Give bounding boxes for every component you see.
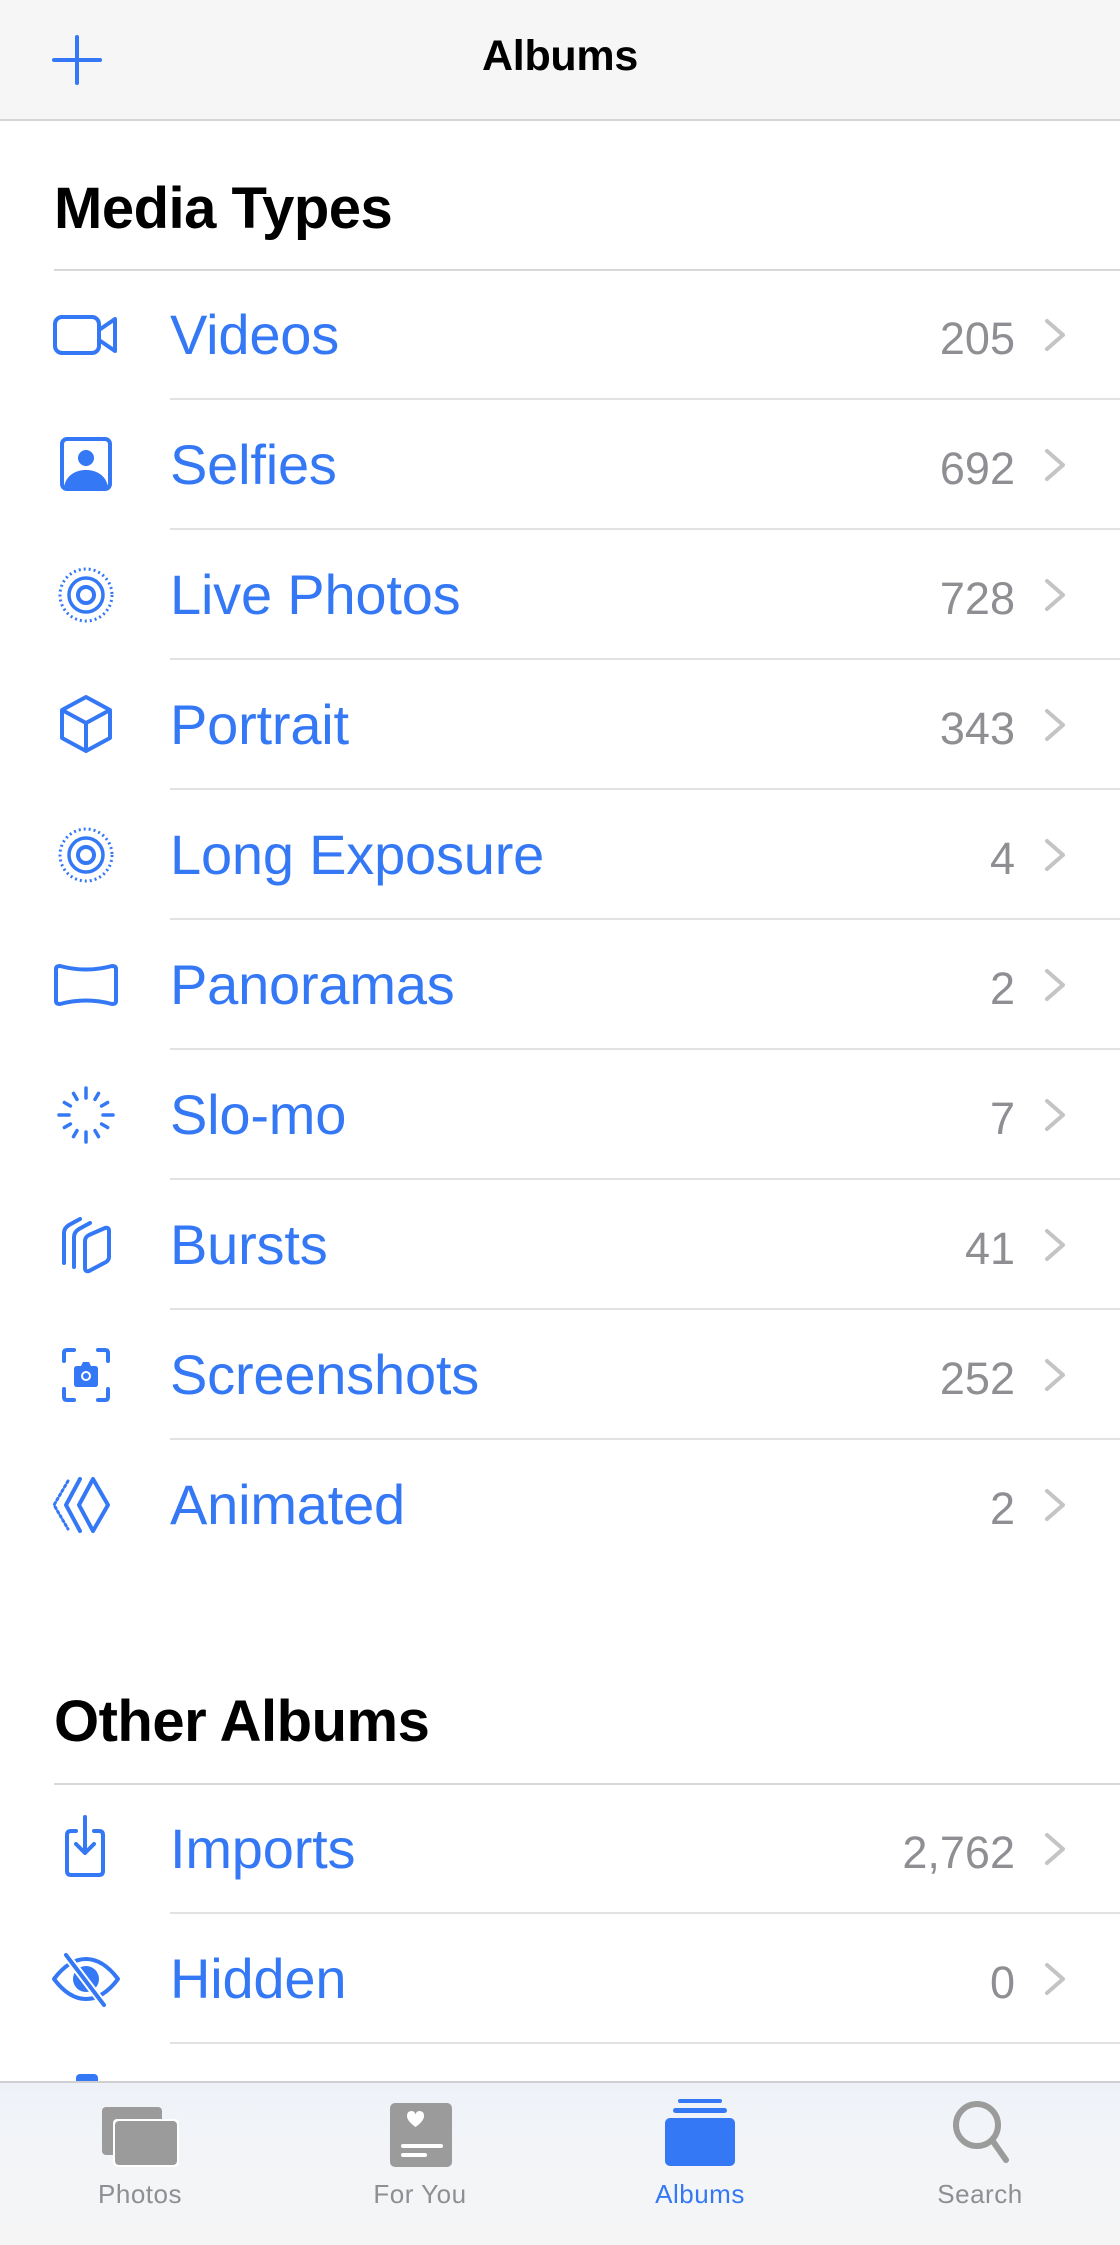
album-row-live-photos[interactable]: Live Photos 728 bbox=[0, 530, 1120, 660]
tab-albums[interactable]: Albums bbox=[560, 2083, 840, 2245]
album-count: 0 bbox=[989, 1957, 1015, 2008]
slo-mo-tick bbox=[71, 1128, 79, 1139]
section-title-media-types: Media Types bbox=[54, 176, 393, 241]
slo-mo-tick bbox=[71, 1091, 79, 1102]
animated-icon bbox=[52, 1477, 120, 1533]
slo-mo-tick bbox=[62, 1122, 73, 1130]
album-label: Live Photos bbox=[170, 563, 461, 626]
album-count: 728 bbox=[939, 573, 1015, 624]
screenshot-camera-icon bbox=[52, 1348, 120, 1402]
album-label: Slo-mo bbox=[170, 1083, 347, 1146]
album-row-selfies[interactable]: Selfies 692 bbox=[0, 400, 1120, 530]
tab-label: Photos bbox=[98, 2179, 182, 2209]
album-count: 205 bbox=[939, 313, 1015, 364]
next-row-icon-partial bbox=[76, 2074, 98, 2081]
live-photo-icon bbox=[52, 567, 120, 623]
album-label: Portrait bbox=[170, 693, 349, 756]
album-count: 4 bbox=[989, 833, 1015, 884]
album-row-bursts[interactable]: Bursts 41 bbox=[0, 1180, 1120, 1310]
album-row-imports[interactable]: Imports 2,762 bbox=[0, 1784, 1120, 1914]
slo-mo-tick bbox=[93, 1128, 101, 1139]
album-row-long-exposure[interactable]: Long Exposure 4 bbox=[0, 790, 1120, 920]
slo-mo-icon bbox=[52, 1086, 120, 1144]
album-label: Bursts bbox=[170, 1213, 328, 1276]
album-row-animated[interactable]: Animated 2 bbox=[0, 1440, 1120, 1570]
album-label: Animated bbox=[170, 1473, 405, 1536]
album-count: 7 bbox=[989, 1093, 1015, 1144]
tab-bar: Photos For You Albums Search bbox=[0, 2081, 1120, 2245]
album-row-hidden[interactable]: Hidden 0 bbox=[0, 1914, 1120, 2044]
page-title: Albums bbox=[482, 32, 638, 80]
albums-list[interactable]: Media Types Videos 205 Selfies 692 Live … bbox=[0, 121, 1120, 2081]
chevron-right-icon bbox=[1043, 1961, 1067, 1997]
chevron-right-icon bbox=[1043, 1097, 1067, 1133]
tab-label: Albums bbox=[655, 2179, 745, 2209]
album-row-videos[interactable]: Videos 205 bbox=[0, 270, 1120, 400]
album-count: 252 bbox=[939, 1353, 1015, 1404]
tab-label: Search bbox=[937, 2179, 1023, 2209]
album-label: Hidden bbox=[170, 1947, 347, 2010]
eye-slash-icon bbox=[52, 1952, 120, 2008]
slo-mo-tick bbox=[62, 1100, 73, 1108]
cube-icon bbox=[52, 695, 120, 753]
album-label: Imports bbox=[170, 1817, 356, 1880]
chevron-right-icon bbox=[1043, 1227, 1067, 1263]
album-count: 2,762 bbox=[902, 1827, 1015, 1878]
tab-for-you[interactable]: For You bbox=[280, 2083, 560, 2245]
panorama-icon bbox=[52, 959, 120, 1011]
chevron-right-icon bbox=[1043, 1487, 1067, 1523]
chevron-right-icon bbox=[1043, 707, 1067, 743]
chevron-right-icon bbox=[1043, 447, 1067, 483]
tab-label: For You bbox=[373, 2179, 467, 2209]
album-row-portrait[interactable]: Portrait 343 bbox=[0, 660, 1120, 790]
chevron-right-icon bbox=[1043, 577, 1067, 613]
bursts-icon bbox=[52, 1217, 120, 1274]
slo-mo-tick bbox=[93, 1091, 101, 1102]
album-count: 692 bbox=[939, 443, 1015, 494]
chevron-right-icon bbox=[1043, 317, 1067, 353]
slo-mo-tick bbox=[99, 1122, 110, 1130]
slo-mo-tick bbox=[99, 1100, 110, 1108]
album-count: 343 bbox=[939, 703, 1015, 754]
chevron-right-icon bbox=[1043, 1831, 1067, 1867]
album-label: Videos bbox=[170, 303, 340, 366]
album-label: Selfies bbox=[170, 433, 337, 496]
chevron-right-icon bbox=[1043, 1357, 1067, 1393]
selfie-person-icon bbox=[52, 437, 120, 491]
import-tray-icon bbox=[52, 1815, 120, 1877]
row-divider bbox=[170, 2042, 1120, 2044]
album-row-slo-mo[interactable]: Slo-mo 7 bbox=[0, 1050, 1120, 1180]
video-camera-icon bbox=[52, 309, 120, 361]
chevron-right-icon bbox=[1043, 967, 1067, 1003]
magnifying-glass-icon bbox=[940, 2099, 1020, 2167]
album-label: Screenshots bbox=[170, 1343, 480, 1406]
album-row-screenshots[interactable]: Screenshots 252 bbox=[0, 1310, 1120, 1440]
album-label: Panoramas bbox=[170, 953, 455, 1016]
album-count: 41 bbox=[964, 1223, 1015, 1274]
navigation-bar: Albums bbox=[0, 0, 1120, 121]
section-title-other-albums: Other Albums bbox=[54, 1689, 430, 1754]
album-row-panoramas[interactable]: Panoramas 2 bbox=[0, 920, 1120, 1050]
album-count: 2 bbox=[989, 1483, 1015, 1534]
tab-search[interactable]: Search bbox=[840, 2083, 1120, 2245]
chevron-right-icon bbox=[1043, 837, 1067, 873]
long-exposure-icon bbox=[52, 827, 120, 883]
for-you-heart-card-icon bbox=[380, 2099, 460, 2167]
album-label: Long Exposure bbox=[170, 823, 545, 886]
photos-stack-icon bbox=[100, 2099, 180, 2167]
albums-folder-icon bbox=[660, 2099, 740, 2167]
album-count: 2 bbox=[989, 963, 1015, 1014]
tab-photos[interactable]: Photos bbox=[0, 2083, 280, 2245]
